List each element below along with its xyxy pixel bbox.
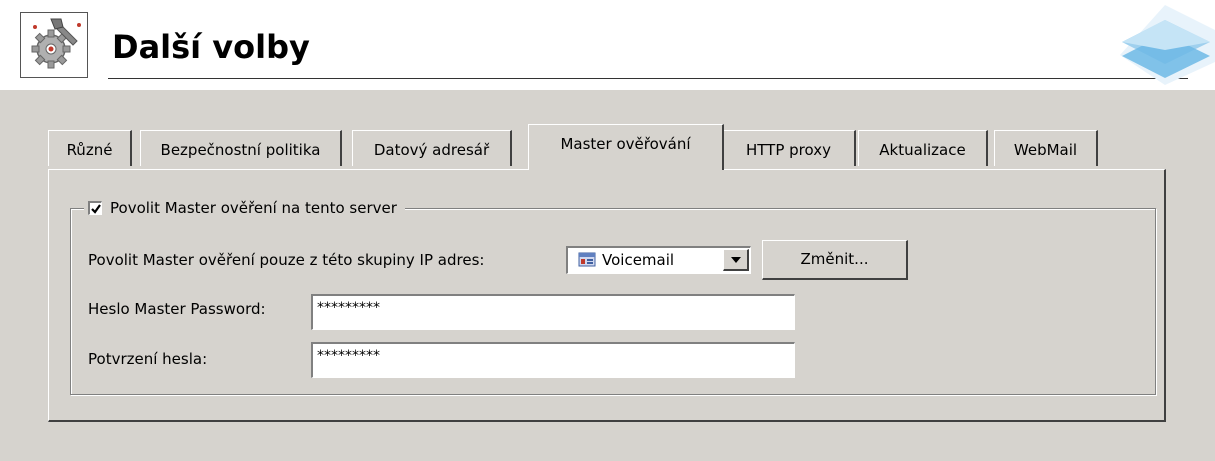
ip-group-label: Povolit Master ověření pouze z této skup… [88, 251, 485, 269]
tab-master-auth[interactable]: Master ověřování [528, 124, 724, 170]
change-button-label: Změnit... [800, 250, 869, 268]
password-field[interactable]: ********* [311, 294, 795, 330]
enable-master-auth-label: Povolit Master ověření na tento server [110, 199, 397, 217]
ip-group-select[interactable]: Voicemail [566, 246, 751, 274]
tab-ruzne[interactable]: Různé [48, 130, 132, 166]
enable-master-auth[interactable]: Povolit Master ověření na tento server [84, 196, 405, 220]
enable-master-auth-checkbox[interactable] [88, 201, 102, 215]
header-divider [108, 78, 1188, 79]
settings-gear-icon [20, 12, 88, 78]
ip-group-value: Voicemail [602, 251, 675, 269]
blue-layers-logo [1120, 5, 1215, 85]
ip-group-icon [578, 252, 596, 267]
change-button[interactable]: Změnit... [762, 240, 908, 280]
confirm-password-label: Potvrzení hesla: [88, 350, 208, 368]
checkmark-icon [91, 204, 101, 214]
chevron-down-icon[interactable] [723, 249, 749, 271]
password-label: Heslo Master Password: [88, 300, 266, 318]
tab-security-policy[interactable]: Bezpečnostní politika [140, 130, 342, 166]
tab-webmail[interactable]: WebMail [994, 130, 1098, 166]
tab-updates[interactable]: Aktualizace [858, 130, 988, 166]
page-title: Další volby [112, 28, 310, 66]
confirm-password-field[interactable]: ********* [311, 342, 795, 378]
tab-data-directory[interactable]: Datový adresář [352, 130, 512, 166]
header: Další volby [0, 0, 1215, 90]
tab-http-proxy[interactable]: HTTP proxy [722, 130, 856, 166]
